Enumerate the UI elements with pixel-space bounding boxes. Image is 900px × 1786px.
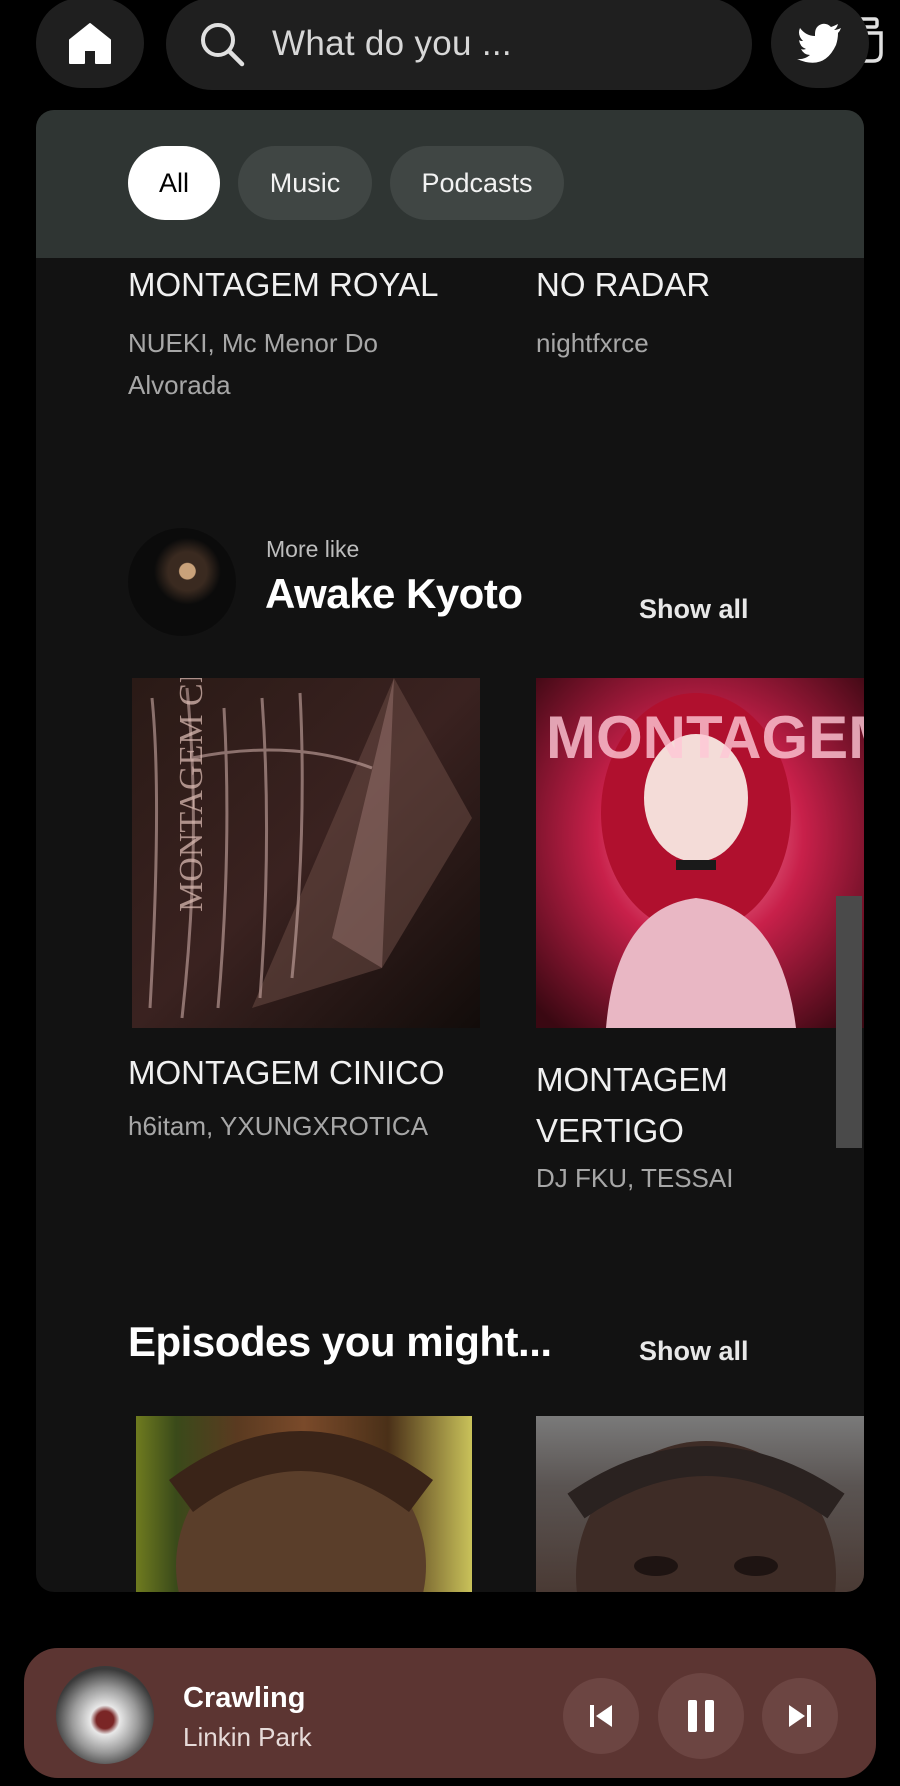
filter-chip-podcasts[interactable]: Podcasts — [390, 146, 564, 220]
card-artists: NUEKI, Mc Menor Do Alvorada — [128, 328, 378, 400]
now-playing-artist: Linkin Park — [183, 1722, 312, 1752]
home-button[interactable] — [36, 0, 144, 88]
card-artists: DJ FKU, TESSAI — [536, 1163, 734, 1193]
card-title: MONTAGEM CINICO — [128, 1054, 445, 1091]
twitter-icon — [797, 23, 841, 63]
section-title: Awake Kyoto — [265, 570, 523, 617]
next-button[interactable] — [762, 1678, 838, 1754]
section-title: Episodes you might... — [128, 1318, 552, 1365]
filter-bar: All Music Podcasts — [36, 110, 864, 258]
album-art-text: MONTAGEM — [546, 704, 864, 771]
card-title: MONTAGEM ROYAL — [128, 266, 439, 303]
episode-thumbnail[interactable] — [536, 1416, 864, 1592]
filter-chip-music[interactable]: Music — [238, 146, 372, 220]
search-bar[interactable]: What do you ... — [166, 0, 883, 90]
search-icon — [201, 23, 245, 67]
show-all-button[interactable]: Show all — [639, 1336, 749, 1367]
pause-button[interactable] — [658, 1673, 744, 1759]
episode-thumbnail[interactable] — [136, 1416, 472, 1592]
album-art-montagem-vertigo[interactable]: MONTAGEM — [536, 678, 864, 1028]
now-playing-bar[interactable]: Crawling Linkin Park — [24, 1648, 876, 1778]
album-art-montagem-cinico[interactable]: MONTAGEM CINICO — [132, 678, 480, 1028]
previous-button[interactable] — [563, 1678, 639, 1754]
home-icon — [69, 23, 111, 64]
next-icon — [789, 1705, 811, 1727]
artist-avatar[interactable] — [128, 528, 236, 636]
filter-chip-all[interactable]: All — [128, 146, 220, 220]
card-artists: h6itam, YXUNGXROTICA — [128, 1111, 429, 1141]
horizontal-scroll-indicator[interactable] — [836, 896, 862, 1148]
home-feed: All Music Podcasts MONTAGEM ROYAL NUEKI,… — [36, 110, 864, 1592]
show-all-button[interactable]: Show all — [639, 594, 749, 625]
now-playing-album-art[interactable] — [56, 1666, 154, 1764]
card-title: NO RADAR — [536, 266, 711, 303]
section-label: More like — [266, 536, 360, 562]
card-artists: nightfxrce — [536, 328, 649, 358]
twitter-button[interactable] — [771, 0, 869, 88]
album-art-text: MONTAGEM CINICO — [173, 678, 210, 912]
pause-icon — [688, 1700, 714, 1732]
card-title: MONTAGEM VERTIGO — [536, 1061, 728, 1149]
search-input[interactable]: What do you ... — [272, 24, 512, 64]
previous-icon — [590, 1705, 612, 1727]
now-playing-track: Crawling — [183, 1682, 306, 1714]
